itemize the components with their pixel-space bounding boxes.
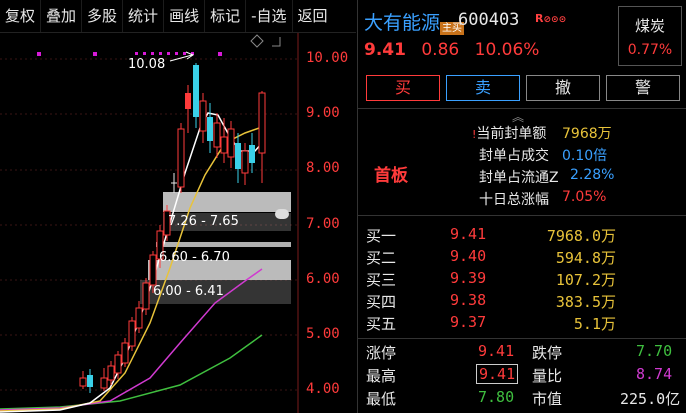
order-book-row[interactable]: 买一 9.41 7968.0万 — [358, 225, 686, 246]
cancel-order-button[interactable]: 撤 — [526, 75, 600, 101]
limit-down-value: 7.70 — [636, 342, 673, 360]
stock-name[interactable]: 大有能源 — [364, 8, 440, 35]
last-price: 9.41 — [364, 40, 406, 60]
stock-code: 600403 — [458, 10, 520, 30]
y-tick: 6.00 — [306, 271, 340, 287]
divider — [358, 338, 686, 339]
toolbar-multi-stock-button[interactable]: 多股 — [82, 0, 124, 32]
chart-toolbar: 复权 叠加 多股 统计 画线 标记 -自选 返回 — [0, 0, 356, 33]
order-book-row[interactable]: 买四 9.38 383.5万 — [358, 291, 686, 312]
collapse-corner-icon — [272, 37, 281, 47]
toolbar-add-watchlist-button[interactable]: -自选 — [246, 0, 293, 32]
toolbar-back-button[interactable]: 返回 — [293, 0, 333, 32]
y-tick: 8.00 — [306, 160, 340, 176]
range-band-2 — [156, 242, 291, 247]
high-price-label: 10.08 — [128, 57, 166, 72]
y-tick: 7.00 — [306, 216, 340, 232]
market-cap-label: 市值 — [532, 390, 563, 408]
range-label-3: 6.00 - 6.41 — [153, 284, 224, 299]
toolbar-draw-line-button[interactable]: 画线 — [164, 0, 206, 32]
first-board-label: 首板 — [374, 166, 408, 186]
seal-vs-turnover-value: 0.10倍 — [562, 148, 608, 164]
range-label-1: 7.26 - 7.65 — [168, 214, 239, 229]
toolbar-mark-button[interactable]: 标记 — [205, 0, 247, 32]
chip-icon — [275, 209, 289, 219]
limit-down-label: 跌停 — [532, 344, 563, 362]
y-tick: 9.00 — [306, 105, 340, 121]
price-change-pct: 10.06% — [474, 40, 540, 60]
sector-pct: 0.77% — [627, 42, 673, 58]
price-change: 0.86 — [421, 40, 460, 60]
seal-vs-turnover-label: 封单占成交 — [479, 148, 549, 164]
seal-vs-float-label: 封单占流通Z — [479, 170, 559, 186]
sell-button[interactable]: 卖 — [446, 75, 520, 101]
toolbar-fuquan-button[interactable]: 复权 — [0, 0, 42, 32]
ten-day-gain-label: 十日总涨幅 — [479, 192, 549, 208]
seal-amount-value: 7968万 — [562, 126, 612, 142]
toolbar-overlay-button[interactable]: 叠加 — [41, 0, 83, 32]
high-label: 最高 — [366, 367, 397, 385]
margin-badge: R⊘⊙⊙ — [535, 12, 567, 25]
low-value: 7.80 — [478, 388, 515, 406]
sector-name: 煤炭 — [634, 17, 665, 35]
alert-button[interactable]: 警 — [606, 75, 680, 101]
price-row: 9.41 0.86 10.06% — [364, 40, 539, 60]
divider — [358, 215, 686, 216]
signal-markers — [37, 52, 222, 56]
order-book-row[interactable]: 买二 9.40 594.8万 — [358, 247, 686, 268]
order-book-row[interactable]: 买五 9.37 5.1万 — [358, 313, 686, 334]
quote-panel: 大有能源 主买 600403 R⊘⊙⊙ 9.41 0.86 10.06% 煤炭 … — [357, 0, 686, 413]
buy-button[interactable]: 买 — [366, 75, 440, 101]
ten-day-gain-value: 7.05% — [562, 189, 607, 205]
range-band-1 — [163, 192, 291, 212]
kline-chart[interactable]: 10.08 7.26 - 7.65 6.60 - 6.70 6.00 - 6.4… — [0, 33, 356, 413]
order-book-row[interactable]: 买三 9.39 107.2万 — [358, 269, 686, 290]
toolbar-stats-button[interactable]: 统计 — [123, 0, 165, 32]
volume-ratio-label: 量比 — [532, 367, 563, 385]
range-label-2: 6.60 - 6.70 — [159, 250, 230, 265]
diamond-icon — [250, 34, 264, 48]
limit-up-label: 涨停 — [366, 344, 397, 362]
sector-box[interactable]: 煤炭 0.77% — [618, 6, 682, 66]
seal-vs-float-value: 2.28% — [570, 167, 615, 183]
y-tick: 4.00 — [306, 381, 340, 397]
market-cap-value: 225.0亿 — [620, 390, 681, 408]
y-tick: 5.00 — [306, 326, 340, 342]
seal-amount-label: !当前封单额 — [472, 126, 547, 142]
high-value: 9.41 — [476, 364, 519, 384]
y-tick: 10.00 — [306, 50, 349, 66]
volume-ratio-value: 8.74 — [636, 365, 673, 383]
low-label: 最低 — [366, 390, 397, 408]
limit-up-value: 9.41 — [478, 342, 515, 360]
